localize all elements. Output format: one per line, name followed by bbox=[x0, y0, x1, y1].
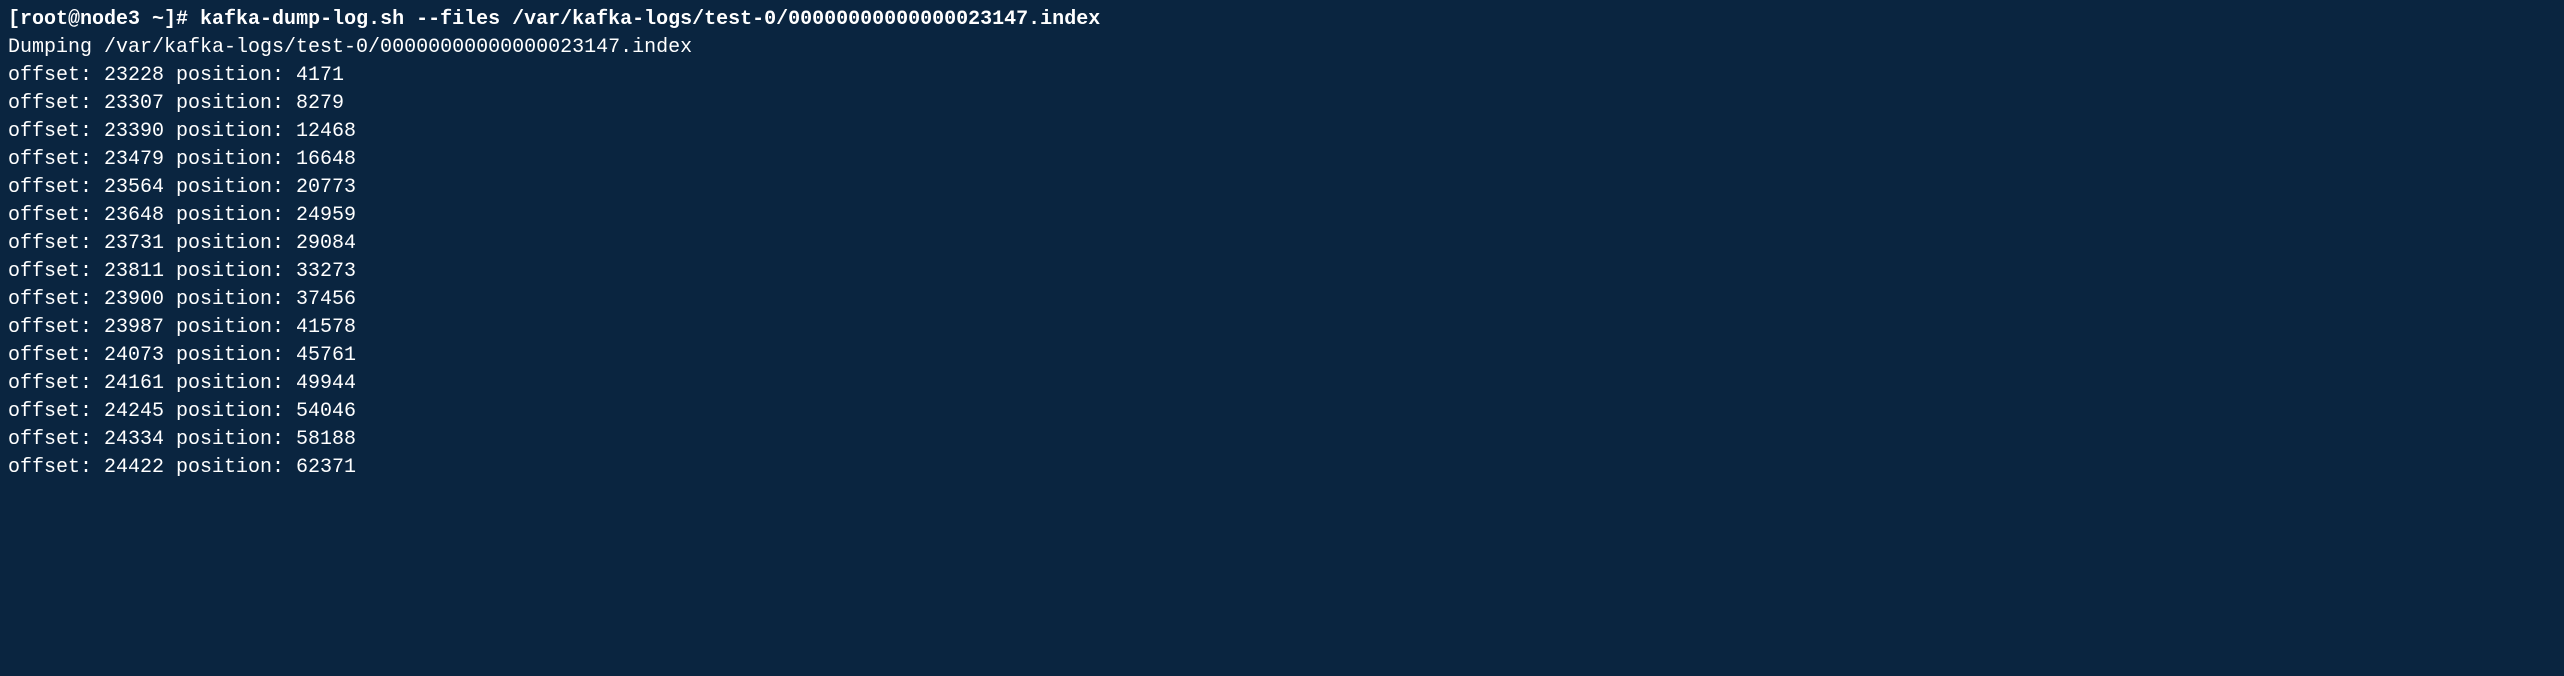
index-entry-line: offset: 23228 position: 4171 bbox=[8, 62, 2556, 90]
index-entry-line: offset: 23731 position: 29084 bbox=[8, 230, 2556, 258]
dump-header-line: Dumping /var/kafka-logs/test-0/000000000… bbox=[8, 34, 2556, 62]
command-text: kafka-dump-log.sh --files /var/kafka-log… bbox=[200, 8, 1100, 31]
command-prompt-line[interactable]: [root@node3 ~]# kafka-dump-log.sh --file… bbox=[8, 6, 2556, 34]
shell-prompt: [root@node3 ~]# bbox=[8, 8, 188, 31]
index-entry-line: offset: 24422 position: 62371 bbox=[8, 454, 2556, 482]
index-entries-list: offset: 23228 position: 4171offset: 2330… bbox=[8, 62, 2556, 482]
index-entry-line: offset: 23900 position: 37456 bbox=[8, 286, 2556, 314]
index-entry-line: offset: 23811 position: 33273 bbox=[8, 258, 2556, 286]
index-entry-line: offset: 24161 position: 49944 bbox=[8, 370, 2556, 398]
index-entry-line: offset: 23307 position: 8279 bbox=[8, 90, 2556, 118]
index-entry-line: offset: 24245 position: 54046 bbox=[8, 398, 2556, 426]
index-entry-line: offset: 23987 position: 41578 bbox=[8, 314, 2556, 342]
index-entry-line: offset: 23479 position: 16648 bbox=[8, 146, 2556, 174]
index-entry-line: offset: 24334 position: 58188 bbox=[8, 426, 2556, 454]
index-entry-line: offset: 23648 position: 24959 bbox=[8, 202, 2556, 230]
index-entry-line: offset: 23564 position: 20773 bbox=[8, 174, 2556, 202]
index-entry-line: offset: 24073 position: 45761 bbox=[8, 342, 2556, 370]
index-entry-line: offset: 23390 position: 12468 bbox=[8, 118, 2556, 146]
